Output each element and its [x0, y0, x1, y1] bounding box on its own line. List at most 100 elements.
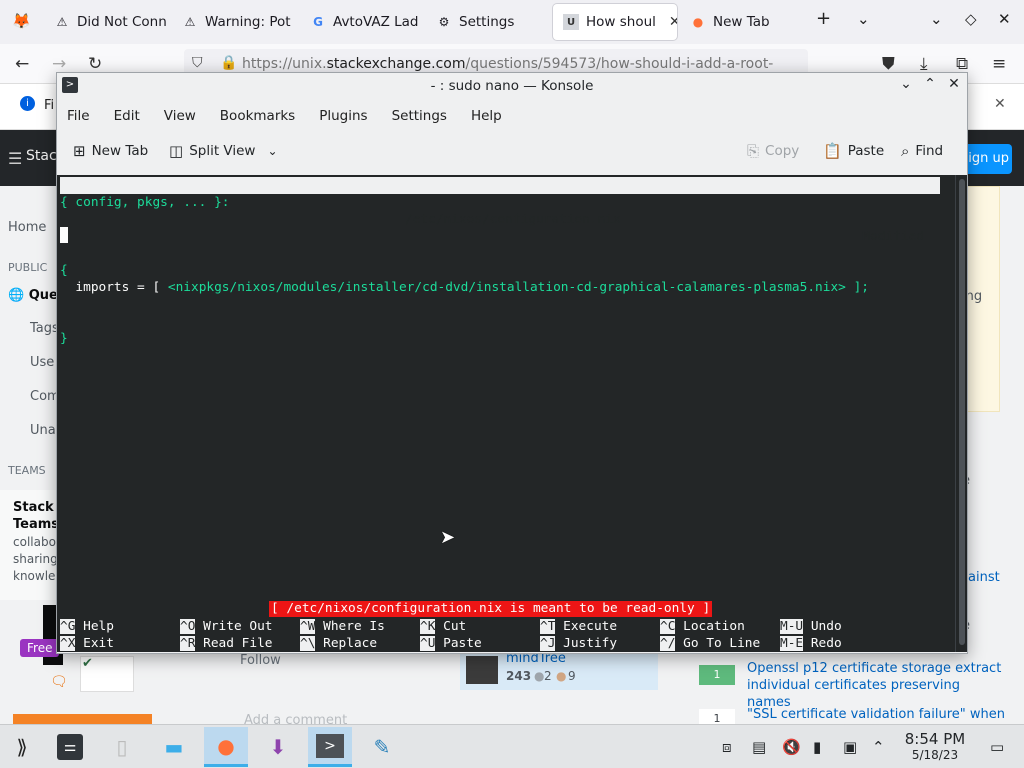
silver-badge-icon: ●: [534, 669, 545, 683]
clock[interactable]: 8:54 PM 5/18/23: [896, 730, 974, 762]
gear-icon: ⚙: [438, 15, 450, 29]
display-icon[interactable]: ▣: [843, 738, 857, 756]
maximize-icon[interactable]: ⌃: [921, 76, 939, 92]
extensions-icon[interactable]: ⧉: [956, 54, 968, 74]
terminal-icon[interactable]: >: [62, 77, 78, 93]
paste-button[interactable]: 📋 Paste: [823, 142, 884, 160]
imports-keyword: imports = [: [60, 280, 168, 295]
new-tab-button[interactable]: ⊞ New Tab: [73, 142, 148, 160]
firefox-view-icon[interactable]: 🦊: [12, 12, 31, 30]
new-tab-icon: ⊞: [73, 142, 86, 160]
browser-tab-active[interactable]: U How shoul ✕: [553, 4, 677, 40]
window-titlebar[interactable]: > - : sudo nano — Konsole ⌄ ⌃ ✕: [57, 73, 967, 99]
lock-icon[interactable]: 🔒: [220, 55, 237, 71]
show-desktop-icon[interactable]: ▭: [990, 738, 1004, 756]
avatar[interactable]: [466, 656, 498, 684]
shortcut-execute: ^T Execute: [540, 619, 618, 634]
menu-plugins[interactable]: Plugins: [319, 108, 378, 124]
system-settings-icon[interactable]: ⚌: [48, 727, 92, 767]
keep-above-icon[interactable]: ◇: [965, 10, 977, 28]
connections-icon[interactable]: ⧈: [722, 738, 732, 756]
pocket-icon[interactable]: ⛊: [882, 54, 895, 74]
sidebar-item-home[interactable]: Home: [8, 220, 46, 235]
sidebar-heading-teams: TEAMS: [8, 464, 46, 477]
browser-tab[interactable]: ● New Tab: [680, 4, 802, 40]
konsole-taskbar-icon[interactable]: >: [308, 727, 352, 767]
find-button[interactable]: ⌕ Find: [901, 142, 943, 160]
chevron-down-icon[interactable]: ⌄: [857, 10, 870, 28]
sidebar-item-tags[interactable]: Tags: [30, 321, 59, 336]
menu-icon[interactable]: ≡: [992, 54, 1006, 74]
clock-time: 8:54 PM: [904, 730, 966, 748]
shortcut-cut: ^K Cut: [420, 619, 467, 634]
sidebar-item-users[interactable]: Use: [30, 355, 54, 370]
copy-button[interactable]: ⎘ Copy: [747, 142, 799, 160]
battery-icon[interactable]: ▮: [813, 738, 821, 756]
toolbar: ⊞ New Tab ◫ Split View ⌄ ⎘ Copy 📋 Paste …: [57, 135, 967, 169]
menu-edit[interactable]: Edit: [114, 108, 151, 124]
browser-tab[interactable]: ⚠ Did Not Conn: [44, 4, 166, 40]
terminal-scrollbar[interactable]: [955, 175, 967, 652]
file-icon[interactable]: ▯: [100, 727, 144, 767]
chevron-down-icon[interactable]: ⌄: [930, 10, 943, 28]
new-tab-label: New Tab: [91, 143, 149, 159]
bronze-badge-icon: ●: [556, 669, 567, 683]
close-icon[interactable]: ✕: [994, 96, 1006, 112]
free-badge[interactable]: Free: [20, 639, 60, 657]
menu-file[interactable]: File: [67, 108, 101, 124]
teams-subtitle: Teams: [13, 517, 60, 532]
installer-icon[interactable]: ✎: [360, 727, 404, 767]
tab-label: Did Not Conn: [77, 14, 166, 30]
url-host: stackexchange.com: [326, 56, 466, 72]
close-icon[interactable]: ✕: [669, 14, 677, 30]
discover-store-icon[interactable]: ⬇: [256, 727, 300, 767]
related-vote-count: 1: [699, 665, 735, 685]
menu-bookmarks[interactable]: Bookmarks: [220, 108, 306, 124]
copy-label: Copy: [765, 143, 800, 159]
menu-help[interactable]: Help: [471, 108, 513, 124]
menu-view[interactable]: View: [164, 108, 207, 124]
bronze-badge-count: 9: [568, 669, 576, 683]
clipboard-icon[interactable]: ▤: [752, 738, 766, 756]
browser-tab[interactable]: ⚙ Settings: [426, 4, 548, 40]
sidebar-item-questions[interactable]: 🌐 Que: [8, 288, 58, 303]
nano-header: GNU nano 7.0 /etc/nixos/configuration.ni…: [60, 177, 940, 244]
back-icon[interactable]: ←: [15, 54, 29, 74]
stackexchange-icon: U: [563, 14, 579, 30]
shortcut-undo: M-U Undo: [780, 619, 842, 634]
new-tab-icon[interactable]: +: [816, 8, 831, 29]
split-view-icon: ◫: [169, 142, 184, 160]
close-icon[interactable]: ✕: [945, 76, 963, 92]
reload-icon[interactable]: ↻: [88, 54, 102, 74]
download-icon[interactable]: ⤓: [920, 54, 928, 74]
shield-icon[interactable]: ⛉: [192, 55, 203, 71]
split-view-button[interactable]: ◫ Split View ⌄: [169, 142, 278, 160]
close-icon[interactable]: ✕: [998, 10, 1011, 28]
minimize-icon[interactable]: ⌄: [897, 76, 915, 92]
browser-tab[interactable]: ⚠ Warning: Pot: [172, 4, 294, 40]
globe-icon: 🌐: [8, 288, 25, 303]
code-line: { config, pkgs, ... }:: [60, 195, 230, 210]
scrollbar-thumb[interactable]: [959, 179, 965, 645]
follow-link[interactable]: Follow: [240, 653, 281, 668]
hamburger-icon[interactable]: ☰: [8, 149, 22, 168]
konsole-window: > - : sudo nano — Konsole ⌄ ⌃ ✕ File Edi…: [56, 72, 968, 654]
related-question-link[interactable]: Openssl p12 certificate storage extract …: [747, 660, 1007, 711]
browser-tab[interactable]: G AvtoVAZ Lad: [300, 4, 422, 40]
shortcut-replace: ^\ Replace: [300, 636, 378, 651]
forward-icon[interactable]: →: [52, 54, 66, 74]
shortcut-exit: ^X Exit: [60, 636, 114, 651]
firefox-icon[interactable]: ●: [204, 727, 248, 767]
dolphin-folder-icon[interactable]: ▬: [152, 727, 196, 767]
chevron-up-icon[interactable]: ⌃: [872, 738, 885, 756]
related-question-link[interactable]: "SSL certificate validation failure" whe…: [747, 706, 1007, 723]
menu-settings[interactable]: Settings: [392, 108, 458, 124]
terminal-area[interactable]: GNU nano 7.0 /etc/nixos/configuration.ni…: [57, 175, 955, 652]
sidebar-item-unanswered[interactable]: Una: [30, 423, 56, 438]
silver-badge-count: 2: [544, 669, 552, 683]
app-launcher-icon[interactable]: ⟫: [0, 727, 44, 767]
volume-muted-icon[interactable]: 🔇: [782, 738, 801, 756]
shortcut-help: ^G Help: [60, 619, 114, 634]
shortcut-redo: M-E Redo: [780, 636, 842, 651]
notification-text: Fi: [44, 98, 55, 113]
